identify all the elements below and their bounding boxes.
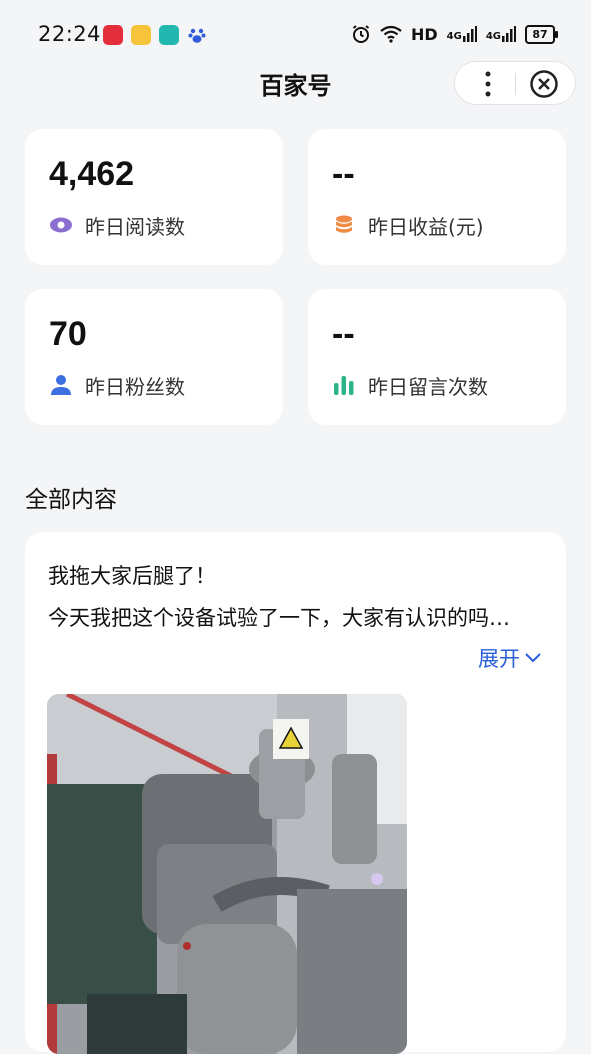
user-icon <box>51 375 71 395</box>
earnings-label: 昨日收益(元) <box>368 215 484 239</box>
signal-4g-1: 4G <box>447 26 477 42</box>
expand-label: 展开 <box>478 647 520 671</box>
stat-card-followers[interactable]: 70 昨日粉丝数 <box>25 289 283 425</box>
notification-icons <box>103 25 207 45</box>
alarm-icon <box>352 25 370 43</box>
system-status: HD 4G 4G 87 <box>351 24 558 44</box>
signal-bars-icon <box>462 26 477 42</box>
post-image[interactable] <box>47 694 407 1054</box>
bar-chart-icon <box>334 376 354 395</box>
post-body: 今天我把这个设备试验了一下，大家有认识的吗… <box>48 606 510 630</box>
stat-card-reads[interactable]: 4,462 昨日阅读数 <box>25 129 283 265</box>
comments-value: -- <box>332 315 355 353</box>
reads-value: 4,462 <box>49 155 135 193</box>
chevron-down-icon <box>525 653 541 663</box>
more-options-icon[interactable] <box>482 70 494 98</box>
reads-label: 昨日阅读数 <box>85 215 185 239</box>
clock: 22:24 <box>38 22 102 46</box>
followers-label: 昨日粉丝数 <box>85 375 185 399</box>
signal-bars-icon <box>502 26 516 42</box>
search-app-icon <box>159 25 179 45</box>
earnings-value: -- <box>332 155 355 193</box>
mini-program-capsule <box>454 61 576 105</box>
stat-card-earnings[interactable]: -- 昨日收益(元) <box>308 129 566 265</box>
expand-button[interactable]: 展开 <box>478 643 542 673</box>
baidu-paw-icon <box>187 25 207 45</box>
stat-card-comments[interactable]: -- 昨日留言次数 <box>308 289 566 425</box>
wifi-icon <box>380 25 402 43</box>
close-icon[interactable] <box>529 69 559 99</box>
battery-icon: 87 <box>525 24 558 44</box>
signal-4g-2: 4G <box>486 26 516 42</box>
followers-value: 70 <box>49 315 87 353</box>
hd-indicator: HD <box>410 24 438 44</box>
post-title: 我拖大家后腿了！ <box>48 564 216 588</box>
xiaohongshu-icon <box>103 25 123 45</box>
reader-app-icon <box>131 25 151 45</box>
eye-icon <box>50 217 72 233</box>
coins-icon <box>336 215 352 233</box>
section-title: 全部内容 <box>25 487 117 513</box>
comments-label: 昨日留言次数 <box>368 375 488 399</box>
generator-photo <box>47 694 407 1054</box>
post-card[interactable]: 我拖大家后腿了！ 今天我把这个设备试验了一下，大家有认识的吗… 展开 <box>25 532 566 1054</box>
capsule-divider <box>515 73 516 95</box>
